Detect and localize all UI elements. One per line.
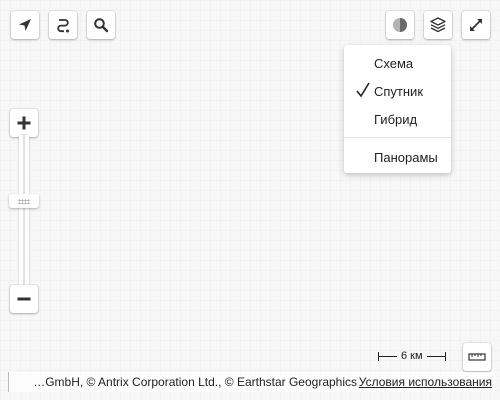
navigation-button[interactable] bbox=[11, 11, 39, 39]
layer-option-label: Гибрид bbox=[374, 111, 418, 127]
layer-option-panoramas[interactable]: Панорамы bbox=[344, 144, 451, 170]
expand-icon bbox=[470, 19, 482, 31]
layers-button[interactable] bbox=[424, 11, 452, 39]
terms-link[interactable]: Условия использования bbox=[359, 372, 492, 392]
layer-option-hybrid[interactable]: Гибрид bbox=[344, 106, 451, 132]
route-icon bbox=[57, 19, 69, 33]
zoom-slider-track[interactable] bbox=[19, 135, 29, 287]
traffic-icon bbox=[393, 18, 407, 32]
layer-option-label: Спутник bbox=[374, 83, 424, 99]
ruler-icon bbox=[468, 353, 486, 361]
plus-icon bbox=[17, 116, 31, 130]
checkmark-icon bbox=[356, 82, 370, 98]
layer-option-satellite[interactable]: Спутник bbox=[344, 78, 451, 104]
layer-option-label: Схема bbox=[374, 55, 414, 71]
traffic-button[interactable] bbox=[386, 11, 414, 39]
ruler-button[interactable] bbox=[463, 343, 491, 371]
zoom-slider-thumb[interactable] bbox=[9, 194, 39, 208]
zoom-out-button[interactable] bbox=[10, 285, 38, 313]
search-button[interactable] bbox=[87, 11, 115, 39]
navigation-arrow-icon bbox=[19, 19, 31, 31]
routes-button[interactable] bbox=[49, 11, 77, 39]
layer-option-label: Панорамы bbox=[374, 149, 438, 165]
scale-label: 6 км bbox=[401, 350, 423, 362]
minus-icon bbox=[17, 297, 31, 301]
copyright-bar: …GmbH, © Antrix Corporation Ltd., © Eart… bbox=[8, 372, 495, 392]
map-scale: 6 км bbox=[378, 349, 456, 363]
search-icon bbox=[94, 18, 109, 33]
fullscreen-button[interactable] bbox=[462, 11, 490, 39]
copyright-text: …GmbH, © Antrix Corporation Ltd., © Eart… bbox=[33, 375, 357, 389]
menu-divider bbox=[344, 137, 451, 138]
layer-option-scheme[interactable]: Схема bbox=[344, 50, 451, 76]
zoom-in-button[interactable] bbox=[10, 109, 38, 137]
grip-icon bbox=[18, 198, 30, 204]
layers-icon bbox=[430, 17, 446, 33]
layers-menu: Схема Спутник Гибрид Панорамы bbox=[344, 45, 451, 173]
